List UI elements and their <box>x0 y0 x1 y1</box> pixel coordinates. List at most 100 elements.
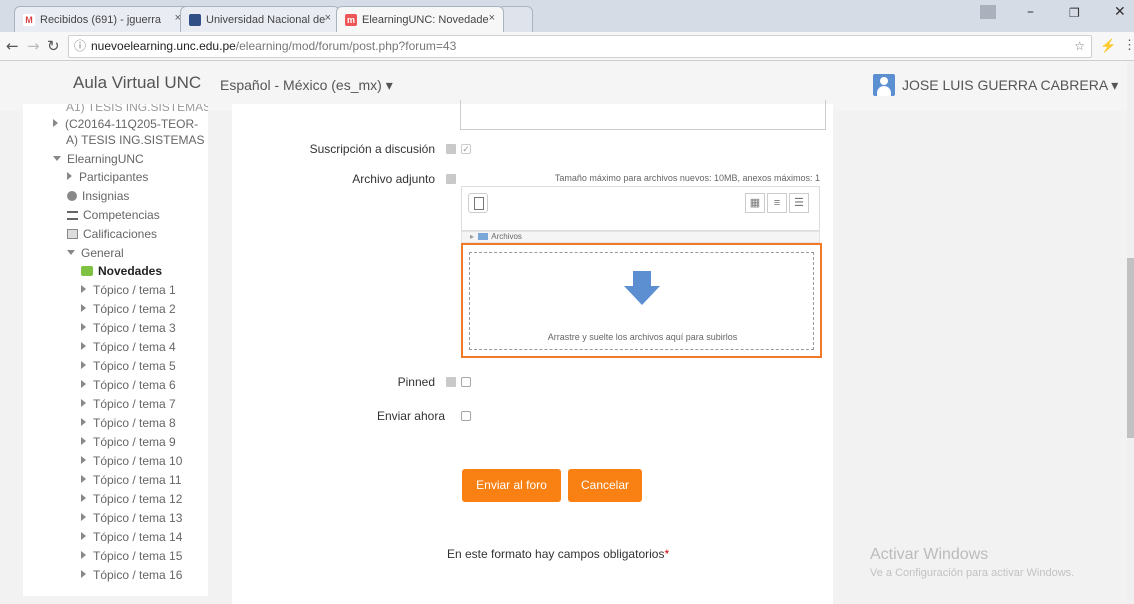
navigation-block: A1) TESIS ING.SISTEMAS (C20164-11Q205-TE… <box>23 104 208 596</box>
caret-down-icon <box>67 250 75 255</box>
caret-right-icon <box>81 456 86 464</box>
browser-address-bar: ← → ↻ ⓘ nuevoelearning.unc.edu.pe/elearn… <box>0 32 1134 61</box>
menu-kebab-icon[interactable]: ⋮ <box>1123 37 1134 53</box>
close-window-icon[interactable]: ✕ <box>1114 4 1126 20</box>
sidebar-item-topic[interactable]: Tópico / tema 14 <box>81 530 182 544</box>
add-file-button[interactable] <box>468 193 488 213</box>
sidebar-item-topic[interactable]: Tópico / tema 15 <box>81 549 182 563</box>
sidebar-item-topic[interactable]: Tópico / tema 3 <box>81 321 176 335</box>
sidebar-item-topic[interactable]: Tópico / tema 12 <box>81 492 182 506</box>
sidebar-item-topic[interactable]: Tópico / tema 8 <box>81 416 176 430</box>
language-menu[interactable]: Español - México (es_mx) ▾ <box>220 77 393 94</box>
caret-right-icon: ▸ <box>470 232 475 241</box>
pinned-label: Pinned <box>398 375 456 389</box>
avatar <box>873 74 895 96</box>
sidebar-item-participantes[interactable]: Participantes <box>67 170 148 184</box>
sidebar-item-calificaciones[interactable]: Calificaciones <box>67 227 157 241</box>
sidebar-item-novedades[interactable]: Novedades <box>81 264 162 278</box>
caret-right-icon <box>81 551 86 559</box>
send-now-checkbox[interactable] <box>461 411 471 421</box>
caret-right-icon <box>81 285 86 293</box>
back-icon[interactable]: ← <box>6 37 19 55</box>
caret-right-icon <box>81 418 86 426</box>
icon-view-button[interactable]: ▦ <box>745 193 765 213</box>
caret-right-icon <box>81 570 86 578</box>
caret-right-icon <box>67 172 72 180</box>
close-tab-icon[interactable]: × <box>489 12 495 24</box>
attachment-label: Archivo adjunto <box>352 172 456 186</box>
file-drop-zone[interactable]: Arrastre y suelte los archivos aquí para… <box>461 243 822 358</box>
sidebar-item-general[interactable]: General <box>67 246 124 260</box>
folder-path: ▸ Archivos <box>461 231 820 243</box>
scrollbar-thumb[interactable] <box>1127 258 1134 438</box>
filemanager-toolbar: ▦ ≡ ☰ <box>461 186 820 231</box>
sidebar-item-course-prev[interactable]: A1) TESIS ING.SISTEMAS <box>66 104 208 114</box>
help-icon[interactable] <box>446 144 456 154</box>
sidebar-item-topic[interactable]: Tópico / tema 1 <box>81 283 176 297</box>
university-icon <box>189 13 201 26</box>
tab-title: Recibidos (691) - jguerra <box>40 13 162 26</box>
info-icon: ⓘ <box>74 39 87 53</box>
url-input[interactable]: ⓘ nuevoelearning.unc.edu.pe/elearning/mo… <box>68 35 1092 58</box>
browser-tab-university[interactable]: Universidad Nacional de × <box>180 6 340 32</box>
moodle-icon: m <box>345 13 357 26</box>
submit-post-button[interactable]: Enviar al foro <box>462 469 561 502</box>
sidebar-item-topic[interactable]: Tópico / tema 10 <box>81 454 182 468</box>
bookmark-star-icon[interactable]: ☆ <box>1074 36 1085 57</box>
browser-tab-strip: M Recibidos (691) - jguerra × Universida… <box>0 0 1134 32</box>
sidebar-item-topic[interactable]: Tópico / tema 6 <box>81 378 176 392</box>
tab-title: ElearningUNC: Novedade <box>362 13 489 26</box>
close-tab-icon[interactable]: × <box>325 12 331 24</box>
send-now-label: Enviar ahora <box>376 409 445 423</box>
minimize-icon[interactable]: – <box>1027 4 1034 20</box>
caret-right-icon <box>81 513 86 521</box>
grades-table-icon <box>67 229 78 239</box>
sidebar-item-topic[interactable]: Tópico / tema 5 <box>81 359 176 373</box>
reload-icon[interactable]: ↻ <box>47 37 60 55</box>
maximize-icon[interactable]: ❐ <box>1069 6 1080 20</box>
competencies-icon <box>67 211 78 220</box>
profile-icon[interactable] <box>980 5 996 19</box>
browser-tab-gmail[interactable]: M Recibidos (691) - jguerra × <box>14 6 190 32</box>
user-menu[interactable]: JOSE LUIS GUERRA CABRERA ▾ <box>873 74 1118 96</box>
sidebar-item-topic[interactable]: Tópico / tema 4 <box>81 340 176 354</box>
forward-icon[interactable]: → <box>27 37 40 55</box>
sidebar-item-topic[interactable]: Tópico / tema 2 <box>81 302 176 316</box>
sidebar-item-topic[interactable]: Tópico / tema 16 <box>81 568 182 582</box>
sidebar-item-course-line2[interactable]: A) TESIS ING.SISTEMAS <box>66 133 204 147</box>
sidebar-item-topic[interactable]: Tópico / tema 11 <box>81 473 182 487</box>
extension-icon[interactable]: ⚡ <box>1100 38 1116 54</box>
drop-area: Arrastre y suelte los archivos aquí para… <box>469 252 814 350</box>
caret-right-icon <box>81 304 86 312</box>
trophy-icon <box>67 191 77 201</box>
sidebar-item-insignias[interactable]: Insignias <box>67 189 129 203</box>
sidebar-item-course[interactable]: (C20164-11Q205-TEOR- <box>53 117 198 131</box>
site-name-link[interactable]: Aula Virtual UNC <box>73 73 201 93</box>
required-fields-note: En este formato hay campos obligatorios* <box>447 547 670 561</box>
sidebar-item-topic[interactable]: Tópico / tema 7 <box>81 397 176 411</box>
tree-view-button[interactable]: ☰ <box>789 193 809 213</box>
sidebar-item-topic[interactable]: Tópico / tema 13 <box>81 511 182 525</box>
sidebar-item-elearningunc[interactable]: ElearningUNC <box>53 152 144 166</box>
browser-tab-elearning[interactable]: m ElearningUNC: Novedade × <box>336 6 504 32</box>
cancel-button[interactable]: Cancelar <box>568 469 642 502</box>
pinned-checkbox[interactable] <box>461 377 471 387</box>
drop-instructions: Arrastre y suelte los archivos aquí para… <box>547 332 738 342</box>
folder-icon <box>478 233 489 240</box>
list-view-button[interactable]: ≡ <box>767 193 787 213</box>
help-icon[interactable] <box>446 377 456 387</box>
caret-right-icon <box>81 475 86 483</box>
required-star: * <box>664 547 670 561</box>
help-icon[interactable] <box>446 174 456 184</box>
folder-label[interactable]: Archivos <box>491 232 522 241</box>
message-textarea[interactable] <box>460 100 826 130</box>
sidebar-item-topic[interactable]: Tópico / tema 9 <box>81 435 176 449</box>
max-size-text: Tamaño máximo para archivos nuevos: 10MB… <box>554 173 820 183</box>
caret-right-icon <box>81 361 86 369</box>
download-arrow-icon <box>624 271 660 305</box>
page-scrollbar[interactable] <box>1127 61 1134 604</box>
forum-post-form: Suscripción a discusión ✓ Archivo adjunt… <box>232 100 833 604</box>
sidebar-item-competencias[interactable]: Competencias <box>67 208 160 222</box>
url-host: nuevoelearning.unc.edu.pe <box>91 39 236 53</box>
subscription-checkbox[interactable]: ✓ <box>461 144 471 154</box>
